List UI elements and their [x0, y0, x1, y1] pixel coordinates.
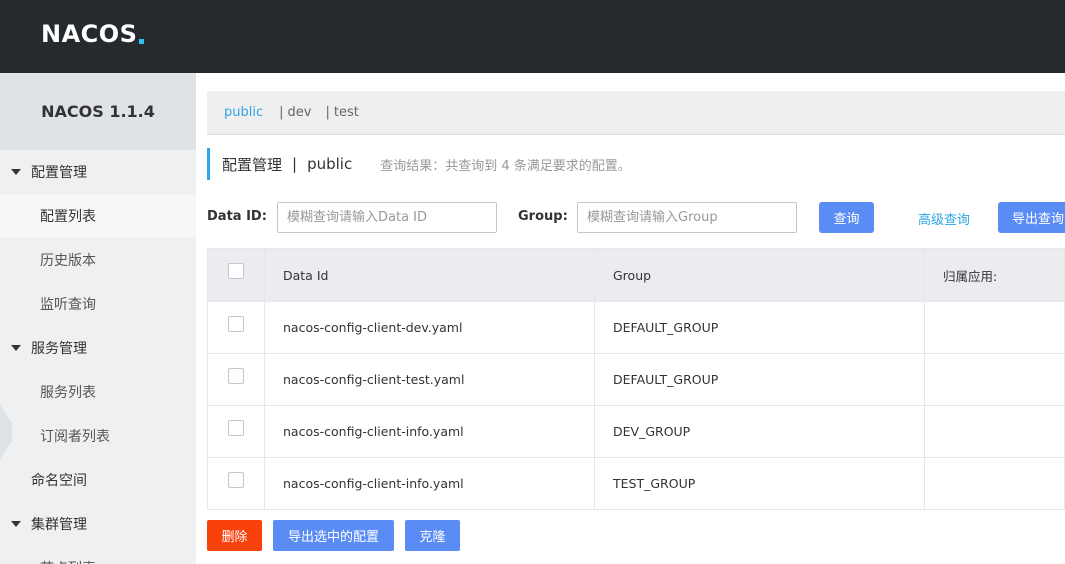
namespace-test[interactable]: test	[334, 105, 359, 120]
sidebar-item-config-list[interactable]: 配置列表	[0, 194, 196, 238]
namespace-separator: |	[279, 105, 284, 120]
search-row: Data ID: Group: 查询 高级查询 导出查询	[207, 202, 1065, 233]
namespace-public[interactable]: public	[224, 105, 263, 120]
caret-down-icon	[11, 169, 21, 175]
table-row: nacos-config-client-info.yaml TEST_GROUP	[207, 457, 1065, 510]
col-app: 归属应用:	[924, 248, 1065, 302]
logo-text: NACOS	[41, 20, 138, 48]
table-header-row: Data Id Group 归属应用:	[207, 248, 1065, 302]
sidebar-item-history[interactable]: 历史版本	[0, 238, 196, 282]
select-all-cell	[207, 248, 265, 302]
col-data-id: Data Id	[264, 248, 595, 302]
dataid-search-input[interactable]	[277, 202, 497, 233]
current-namespace: public	[307, 155, 353, 173]
table-row: nacos-config-client-info.yaml DEV_GROUP	[207, 405, 1065, 458]
sidebar-title: NACOS 1.1.4	[0, 73, 196, 150]
row-select-cell	[207, 405, 265, 458]
dataid-label: Data ID:	[207, 209, 267, 224]
row-select-cell	[207, 353, 265, 406]
cell-app	[924, 301, 1065, 354]
table-row: nacos-config-client-test.yaml DEFAULT_GR…	[207, 353, 1065, 406]
caret-down-icon	[11, 521, 21, 527]
query-button[interactable]: 查询	[819, 202, 874, 233]
group-label: Group:	[518, 209, 568, 224]
export-selected-button[interactable]: 导出选中的配置	[273, 520, 394, 551]
config-table: Data Id Group 归属应用: nacos-config-client-…	[207, 248, 1065, 510]
caret-down-icon	[11, 345, 21, 351]
sidebar-item-subscribers[interactable]: 订阅者列表	[0, 414, 196, 458]
row-checkbox[interactable]	[228, 471, 244, 488]
sidebar-group-label: 服务管理	[31, 341, 87, 357]
sidebar-group-label: 集群管理	[31, 517, 87, 533]
logo-dot-icon	[139, 39, 145, 44]
cell-data-id: nacos-config-client-info.yaml	[264, 457, 595, 510]
delete-button[interactable]: 删除	[207, 520, 262, 551]
cell-app	[924, 457, 1065, 510]
cell-group: DEFAULT_GROUP	[594, 353, 925, 406]
row-select-cell	[207, 457, 265, 510]
sidebar-group-label: 配置管理	[31, 165, 87, 181]
title-separator: |	[292, 155, 298, 173]
query-result-text: 查询结果：共查询到 4 条满足要求的配置。	[380, 158, 631, 174]
namespace-separator: |	[325, 105, 330, 120]
sidebar-group-cluster[interactable]: 集群管理	[0, 502, 196, 546]
row-checkbox[interactable]	[228, 315, 244, 332]
page-heading: 配置管理 | public 查询结果：共查询到 4 条满足要求的配置。	[207, 148, 631, 180]
cell-group: TEST_GROUP	[594, 457, 925, 510]
sidebar-item-node-list[interactable]: 节点列表	[0, 546, 196, 564]
sidebar-item-namespace[interactable]: 命名空间	[0, 458, 196, 502]
table-row: nacos-config-client-dev.yaml DEFAULT_GRO…	[207, 301, 1065, 354]
export-query-button[interactable]: 导出查询	[998, 202, 1065, 233]
advanced-query-link[interactable]: 高级查询	[918, 209, 970, 228]
sidebar: NACOS 1.1.4 配置管理 配置列表 历史版本 监听查询 服务管理 服务列…	[0, 73, 196, 564]
nacos-logo[interactable]: NACOS	[41, 20, 145, 48]
col-group: Group	[594, 248, 925, 302]
cell-group: DEFAULT_GROUP	[594, 301, 925, 354]
cell-data-id: nacos-config-client-info.yaml	[264, 405, 595, 458]
select-all-checkbox[interactable]	[228, 263, 244, 280]
sidebar-group-service[interactable]: 服务管理	[0, 326, 196, 370]
clone-button[interactable]: 克隆	[405, 520, 460, 551]
sidebar-item-listener-query[interactable]: 监听查询	[0, 282, 196, 326]
cell-app	[924, 353, 1065, 406]
cell-group: DEV_GROUP	[594, 405, 925, 458]
namespace-bar: public | dev | test	[207, 91, 1065, 135]
cell-app	[924, 405, 1065, 458]
group-search-input[interactable]	[577, 202, 797, 233]
top-header: NACOS	[0, 0, 1065, 73]
sidebar-item-service-list[interactable]: 服务列表	[0, 370, 196, 414]
namespace-dev[interactable]: dev	[288, 105, 312, 120]
cell-data-id: nacos-config-client-test.yaml	[264, 353, 595, 406]
row-checkbox[interactable]	[228, 367, 244, 384]
page-title: 配置管理	[222, 155, 283, 174]
row-checkbox[interactable]	[228, 419, 244, 436]
cell-data-id: nacos-config-client-dev.yaml	[264, 301, 595, 354]
sidebar-group-config[interactable]: 配置管理	[0, 150, 196, 194]
row-select-cell	[207, 301, 265, 354]
